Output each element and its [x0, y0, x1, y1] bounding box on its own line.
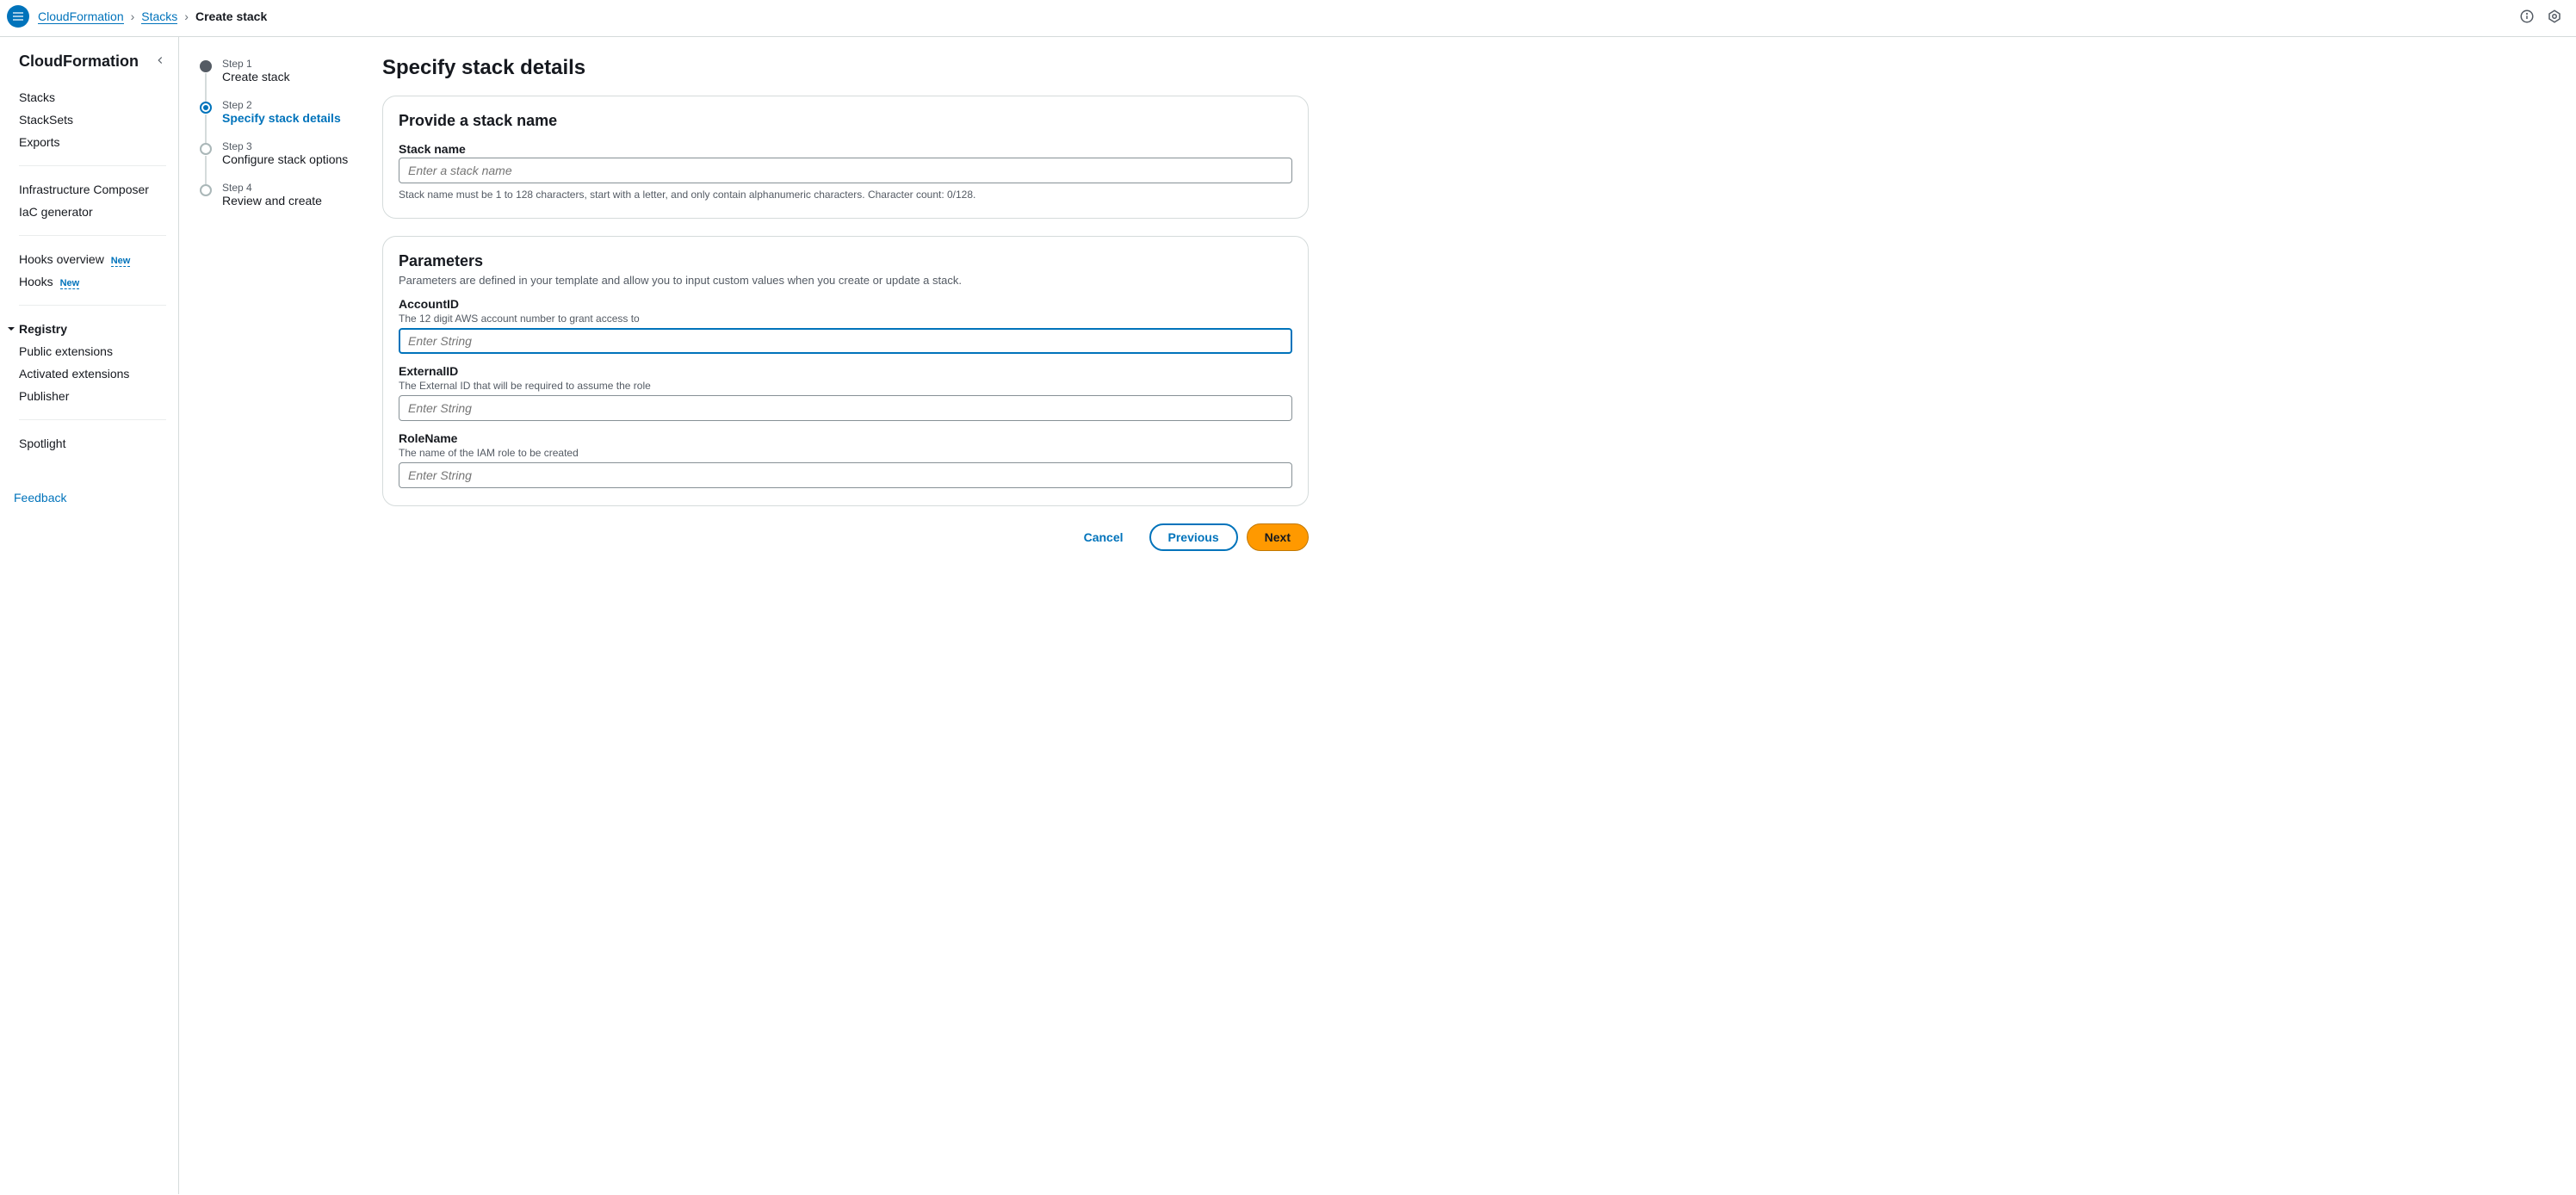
stack-name-label: Stack name	[399, 142, 1292, 156]
chevron-right-icon: ›	[131, 9, 135, 23]
topbar-right	[2519, 9, 2562, 24]
step-indicator-pending-icon	[200, 184, 212, 196]
sidebar-collapse-button[interactable]	[154, 54, 166, 69]
step-label: Step 4	[222, 182, 322, 194]
sidebar-item-stacks[interactable]: Stacks	[19, 86, 166, 108]
stack-name-hint: Stack name must be 1 to 128 characters, …	[399, 189, 1292, 201]
sidebar-item-spotlight[interactable]: Spotlight	[19, 432, 166, 455]
sidebar-item-iac-generator[interactable]: IaC generator	[19, 201, 166, 223]
settings-icon[interactable]	[2547, 9, 2562, 24]
step-label: Step 1	[222, 58, 290, 70]
param-rolename-desc: The name of the IAM role to be created	[399, 447, 1292, 459]
sidebar-item-public-ext[interactable]: Public extensions	[19, 340, 166, 362]
sidebar: CloudFormation Stacks StackSets Exports …	[0, 37, 179, 1194]
wizard-step-1[interactable]: Step 1 Create stack	[200, 58, 368, 99]
topbar: CloudFormation › Stacks › Create stack	[0, 0, 2576, 37]
breadcrumb-home[interactable]: CloudFormation	[38, 9, 124, 24]
wizard-step-4[interactable]: Step 4 Review and create	[200, 182, 368, 223]
caret-down-icon	[7, 325, 15, 333]
sidebar-item-hooks-overview[interactable]: Hooks overview New	[19, 248, 166, 270]
wizard-step-2[interactable]: Step 2 Specify stack details	[200, 99, 368, 140]
panel-stack-name: Provide a stack name Stack name Stack na…	[382, 96, 1309, 219]
step-indicator-pending-icon	[200, 143, 212, 155]
sidebar-item-label: Hooks overview	[19, 252, 104, 266]
chevron-right-icon: ›	[184, 9, 189, 23]
param-rolename-input[interactable]	[399, 462, 1292, 488]
sidebar-section-registry[interactable]: Registry	[7, 318, 166, 340]
param-externalid-desc: The External ID that will be required to…	[399, 380, 1292, 392]
panel-heading: Provide a stack name	[399, 112, 1292, 130]
sidebar-item-activated-ext[interactable]: Activated extensions	[19, 362, 166, 385]
new-badge: New	[60, 278, 80, 289]
sidebar-title: CloudFormation	[19, 53, 139, 71]
new-badge: New	[111, 256, 131, 267]
step-title: Configure stack options	[222, 152, 348, 166]
sidebar-item-exports[interactable]: Exports	[19, 131, 166, 153]
sidebar-item-stacksets[interactable]: StackSets	[19, 108, 166, 131]
step-label: Step 3	[222, 140, 348, 152]
param-externalid-input[interactable]	[399, 395, 1292, 421]
panel-parameters: Parameters Parameters are defined in you…	[382, 236, 1309, 506]
wizard-step-3[interactable]: Step 3 Configure stack options	[200, 140, 368, 182]
param-accountid-label: AccountID	[399, 297, 1292, 311]
content-area: Specify stack details Provide a stack na…	[382, 37, 1329, 1194]
param-accountid-desc: The 12 digit AWS account number to grant…	[399, 313, 1292, 325]
param-accountid-input[interactable]	[399, 328, 1292, 354]
param-externalid-label: ExternalID	[399, 364, 1292, 378]
breadcrumb: CloudFormation › Stacks › Create stack	[38, 9, 267, 24]
step-title: Specify stack details	[222, 111, 341, 125]
panel-subtitle: Parameters are defined in your template …	[399, 274, 1292, 287]
param-rolename-label: RoleName	[399, 431, 1292, 445]
step-title: Review and create	[222, 194, 322, 207]
wizard-steps: Step 1 Create stack Step 2 Specify stack…	[179, 37, 382, 1194]
step-title: Create stack	[222, 70, 290, 84]
breadcrumb-current: Create stack	[195, 9, 267, 23]
sidebar-item-infra-composer[interactable]: Infrastructure Composer	[19, 178, 166, 201]
step-label: Step 2	[222, 99, 341, 111]
feedback-link[interactable]: Feedback	[14, 491, 66, 505]
stack-name-input[interactable]	[399, 158, 1292, 183]
step-indicator-done-icon	[200, 60, 212, 72]
next-button[interactable]: Next	[1247, 523, 1309, 551]
menu-button[interactable]	[7, 5, 29, 28]
cancel-button[interactable]: Cancel	[1067, 523, 1141, 551]
panel-heading: Parameters	[399, 252, 1292, 270]
topbar-left: CloudFormation › Stacks › Create stack	[7, 5, 267, 28]
info-icon[interactable]	[2519, 9, 2535, 24]
action-bar: Cancel Previous Next	[382, 523, 1309, 551]
breadcrumb-stacks[interactable]: Stacks	[141, 9, 177, 24]
sidebar-section-label: Registry	[19, 322, 67, 336]
sidebar-item-label: Hooks	[19, 275, 53, 288]
page-title: Specify stack details	[382, 56, 1309, 80]
sidebar-item-publisher[interactable]: Publisher	[19, 385, 166, 407]
sidebar-item-hooks[interactable]: Hooks New	[19, 270, 166, 293]
previous-button[interactable]: Previous	[1149, 523, 1238, 551]
step-indicator-active-icon	[200, 102, 212, 114]
